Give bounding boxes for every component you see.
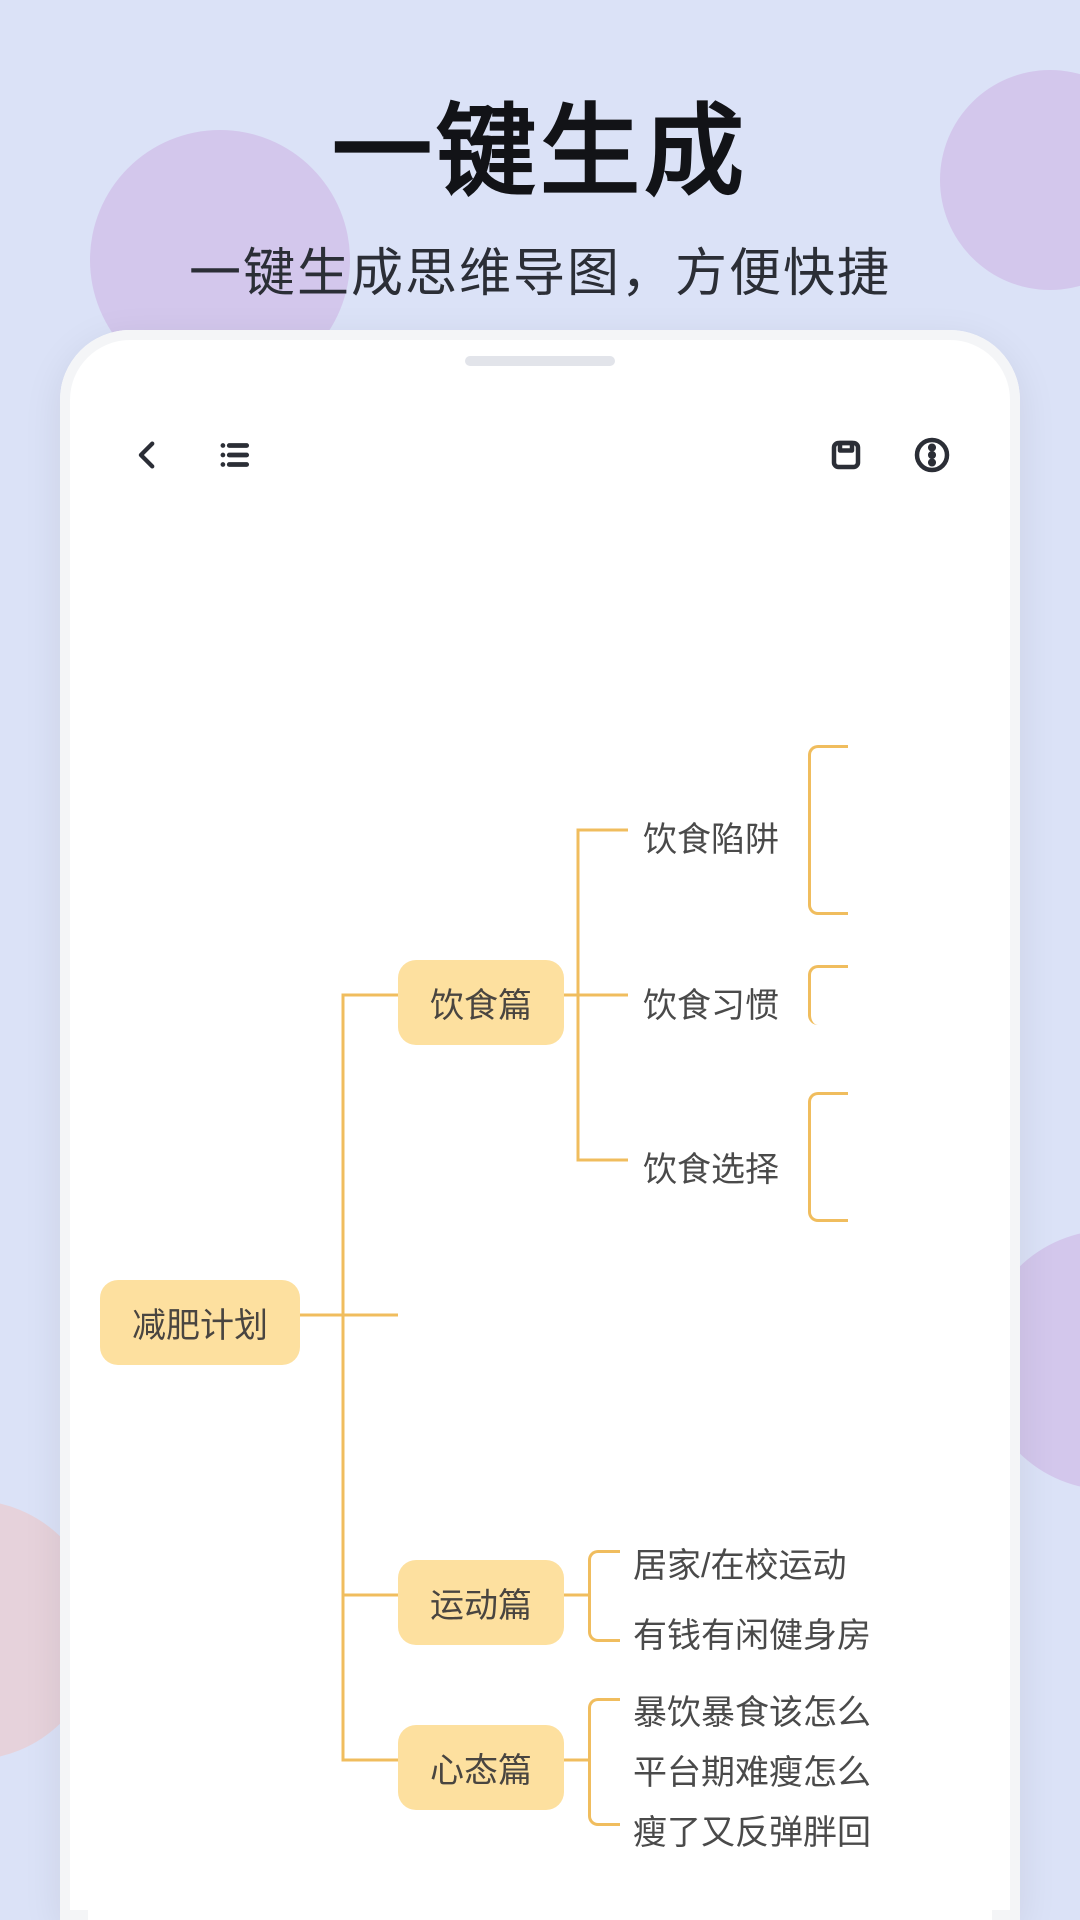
leaf-bracket <box>588 1550 620 1642</box>
save-icon <box>828 437 864 473</box>
chevron-left-icon <box>131 438 165 472</box>
leaf-bracket <box>808 965 848 1025</box>
save-button[interactable] <box>822 431 870 479</box>
more-vertical-icon <box>914 437 950 473</box>
mindmap-leaf[interactable]: 有钱有闲健身房 <box>633 1608 871 1657</box>
hero-subtitle: 一键生成思维导图，方便快捷 <box>0 231 1080 306</box>
mindmap-branch-sport[interactable]: 运动篇 <box>398 1560 564 1645</box>
leaf-bracket <box>588 1698 620 1826</box>
phone-frame: 减肥计划 饮食篇 饮食陷阱 饮食习惯 饮食选择 运动篇 居家/在校运动 有钱有闲… <box>60 330 1020 1920</box>
mindmap-leaf[interactable]: 饮食选择 <box>643 1142 779 1191</box>
hero-title: 一键生成 <box>0 70 1080 215</box>
mindmap-root-node[interactable]: 减肥计划 <box>100 1280 300 1365</box>
mindmap-canvas[interactable]: 减肥计划 饮食篇 饮食陷阱 饮食习惯 饮食选择 运动篇 居家/在校运动 有钱有闲… <box>88 520 992 1920</box>
back-button[interactable] <box>124 431 172 479</box>
toolbar <box>88 420 992 490</box>
mindmap-leaf[interactable]: 饮食习惯 <box>643 978 779 1027</box>
mindmap-leaf[interactable]: 瘦了又反弹胖回 <box>633 1805 871 1854</box>
leaf-bracket <box>808 745 848 915</box>
leaf-bracket <box>808 1092 848 1222</box>
mindmap-leaf[interactable]: 居家/在校运动 <box>633 1538 846 1587</box>
mindmap-leaf[interactable]: 饮食陷阱 <box>643 812 779 861</box>
outline-button[interactable] <box>210 431 258 479</box>
mindmap-leaf[interactable]: 暴饮暴食该怎么 <box>633 1685 871 1734</box>
mindmap-branch-diet[interactable]: 饮食篇 <box>398 960 564 1045</box>
app-screen: 减肥计划 饮食篇 饮食陷阱 饮食习惯 饮食选择 运动篇 居家/在校运动 有钱有闲… <box>88 390 992 1920</box>
mindmap-branch-mind[interactable]: 心态篇 <box>398 1725 564 1810</box>
mindmap-leaf[interactable]: 平台期难瘦怎么 <box>633 1745 871 1794</box>
more-button[interactable] <box>908 431 956 479</box>
list-icon <box>215 436 253 474</box>
